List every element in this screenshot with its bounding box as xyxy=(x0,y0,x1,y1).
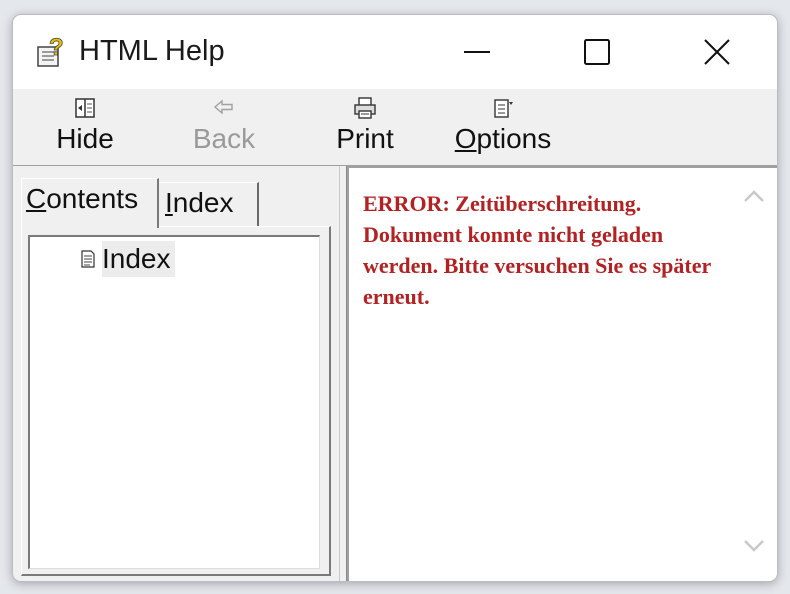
hide-button[interactable]: Hide xyxy=(43,89,127,165)
chevron-up-icon[interactable] xyxy=(743,188,765,209)
tab-index[interactable]: Index xyxy=(159,182,259,226)
print-button[interactable]: Print xyxy=(323,89,407,165)
close-button[interactable] xyxy=(657,15,777,89)
options-button[interactable]: Options xyxy=(441,89,565,165)
contents-tree[interactable]: Index xyxy=(28,235,320,569)
error-message: ERROR: Zeitüberschreitung. Dokument konn… xyxy=(363,191,711,309)
close-icon xyxy=(704,39,730,65)
svg-text:?: ? xyxy=(49,35,64,61)
hide-label: Hide xyxy=(56,123,114,154)
contents-tab-panel: Index xyxy=(21,226,331,576)
options-label-rest: ptions xyxy=(476,123,552,154)
navigation-pane: Contents Index Index xyxy=(13,166,339,581)
options-icon xyxy=(490,95,516,121)
back-arrow-icon xyxy=(211,95,237,121)
tab-contents[interactable]: Contents xyxy=(21,178,159,228)
tab-contents-label: ontents xyxy=(46,183,139,214)
window-title: HTML Help xyxy=(79,35,225,67)
tab-contents-accesskey: C xyxy=(26,183,47,214)
minimize-button[interactable] xyxy=(417,15,537,89)
topic-content-pane: ERROR: Zeitüberschreitung. Dokument konn… xyxy=(347,166,777,581)
hide-pane-icon xyxy=(72,95,98,121)
options-label: Options xyxy=(441,123,565,155)
print-label: Print xyxy=(336,123,394,154)
tab-index-label: ndex xyxy=(172,187,234,218)
html-help-window: ? HTML Help Hide Back Print Options Cont… xyxy=(12,14,778,582)
title-bar[interactable]: ? HTML Help xyxy=(13,15,777,89)
printer-icon xyxy=(352,95,378,121)
pane-splitter[interactable] xyxy=(339,166,347,581)
maximize-button[interactable] xyxy=(537,15,657,89)
back-label: Back xyxy=(192,123,256,154)
minimize-icon xyxy=(464,51,490,53)
tab-index-accesskey: I xyxy=(165,187,173,218)
options-accesskey: O xyxy=(454,123,477,154)
maximize-icon xyxy=(584,39,610,65)
document-icon xyxy=(80,250,96,268)
help-book-icon: ? xyxy=(35,34,69,69)
vertical-scrollbar[interactable] xyxy=(731,168,777,581)
back-button[interactable]: Back xyxy=(179,89,269,165)
toolbar: Hide Back Print Options xyxy=(13,89,777,166)
chevron-down-icon[interactable] xyxy=(743,538,765,559)
tree-item-label: Index xyxy=(102,241,175,277)
